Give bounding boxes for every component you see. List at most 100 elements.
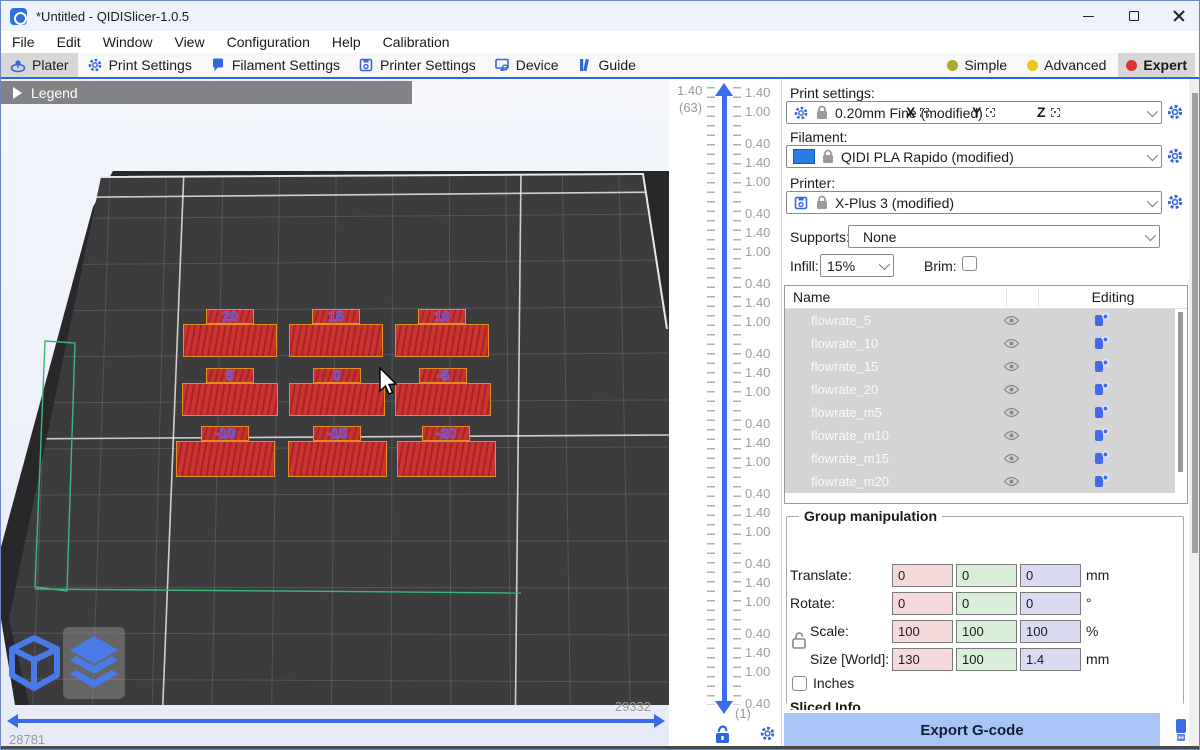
object-row[interactable]: flowrate_15 [785, 355, 1175, 378]
visibility-toggle[interactable] [995, 430, 1027, 441]
infill-combo[interactable]: 15% [820, 254, 894, 277]
window-title: *Untitled - QIDISlicer-1.0.5 [36, 9, 189, 24]
menu-calibration[interactable]: Calibration [372, 31, 461, 53]
scale-y-field[interactable]: 100 [956, 620, 1017, 643]
translate-x-field[interactable]: 0 [892, 564, 953, 587]
menu-file[interactable]: File [1, 31, 46, 53]
viewport-3d[interactable]: Legend 20151050-5-10-15-20 29332 287 [1, 79, 669, 750]
edit-object-button[interactable] [1027, 336, 1175, 351]
scale-z-field[interactable]: 100 [1020, 620, 1081, 643]
object-name: flowrate_m20 [785, 474, 995, 489]
filament-gear-button[interactable] [1166, 147, 1184, 165]
layer-gear-icon[interactable] [759, 725, 776, 742]
uniform-scale-lock-icon[interactable] [792, 631, 806, 649]
panel-scrollbar-thumb[interactable] [1192, 93, 1198, 553]
edit-object-button[interactable] [1027, 359, 1175, 374]
mode-advanced[interactable]: Advanced [1019, 53, 1114, 77]
print-settings-label: Print settings: [790, 85, 875, 101]
layer-slider-upper-thumb[interactable] [715, 83, 733, 96]
layer-lock-icon[interactable] [715, 725, 730, 744]
calibration-block[interactable]: 15 [289, 309, 383, 357]
visibility-toggle[interactable] [995, 315, 1027, 326]
print-slider-right-arrow[interactable] [654, 714, 665, 728]
panel-scrollbar[interactable] [1189, 79, 1200, 750]
device-icon [494, 57, 510, 73]
layers-view-button[interactable] [63, 627, 125, 699]
edit-object-button[interactable] [1027, 474, 1175, 489]
mode-expert[interactable]: Expert [1118, 53, 1195, 77]
visibility-toggle[interactable] [995, 361, 1027, 372]
edit-object-button[interactable] [1027, 428, 1175, 443]
calibration-block[interactable]: 0 [289, 368, 385, 416]
scale-x-field[interactable]: 100 [892, 620, 953, 643]
layer-slider-lower-thumb[interactable] [715, 701, 733, 714]
mode-simple[interactable]: Simple [939, 53, 1015, 77]
object-row[interactable]: flowrate_m5 [785, 401, 1175, 424]
calibration-block[interactable]: -15 [288, 426, 387, 477]
visibility-toggle[interactable] [995, 407, 1027, 418]
close-button[interactable] [1156, 1, 1200, 31]
size-y-field[interactable]: 100 [956, 648, 1017, 671]
layer-height-label: 1.00 [745, 664, 770, 679]
inches-checkbox[interactable] [792, 676, 807, 691]
menu-help[interactable]: Help [321, 31, 372, 53]
menu-window[interactable]: Window [92, 31, 164, 53]
object-row[interactable]: flowrate_10 [785, 332, 1175, 355]
translate-z-field[interactable]: 0 [1020, 564, 1081, 587]
tab-filament-settings[interactable]: Filament Settings [201, 53, 349, 77]
menu-configuration[interactable]: Configuration [216, 31, 321, 53]
legend-toggle[interactable]: Legend [1, 81, 412, 104]
visibility-toggle[interactable] [995, 453, 1027, 464]
print-settings-gear-button[interactable] [1166, 103, 1184, 121]
name-column-header[interactable]: Name [785, 289, 1007, 306]
calibration-block[interactable]: -20 [397, 426, 496, 477]
eye-column-header[interactable] [1007, 289, 1039, 306]
calibration-block[interactable]: 20 [183, 309, 277, 357]
supports-combo[interactable]: None [848, 225, 1160, 248]
calibration-block[interactable]: -10 [176, 426, 275, 477]
translate-y-field[interactable]: 0 [956, 564, 1017, 587]
edit-object-button[interactable] [1027, 313, 1175, 328]
object-row[interactable]: flowrate_5 [785, 309, 1175, 332]
tab-print-settings[interactable]: Print Settings [78, 53, 201, 77]
layer-slider-track[interactable] [722, 95, 727, 701]
filament-combo[interactable]: QIDI PLA Rapido (modified) [786, 145, 1162, 168]
printer-gear-button[interactable] [1166, 193, 1184, 211]
tab-device[interactable]: Device [485, 53, 568, 77]
object-row[interactable]: flowrate_m15 [785, 447, 1175, 470]
print-slider[interactable] [17, 719, 655, 723]
export-gcode-button[interactable]: Export G-code [784, 713, 1160, 747]
tab-guide[interactable]: Guide [568, 53, 645, 77]
maximize-button[interactable] [1111, 1, 1156, 31]
cube-3d-icon[interactable] [5, 632, 63, 694]
edit-object-button[interactable] [1027, 405, 1175, 420]
menu-edit[interactable]: Edit [46, 31, 92, 53]
inches-option[interactable]: Inches [792, 675, 854, 691]
calibration-block[interactable]: 5 [182, 368, 278, 416]
rotate-z-field[interactable]: 0 [1020, 592, 1081, 615]
visibility-toggle[interactable] [995, 384, 1027, 395]
tab-printer-settings[interactable]: Printer Settings [349, 53, 485, 77]
size-x-field[interactable]: 130 [892, 648, 953, 671]
editing-column-header[interactable]: Editing [1039, 289, 1187, 305]
brim-checkbox[interactable] [962, 256, 977, 271]
menu-view[interactable]: View [163, 31, 215, 53]
calibration-block[interactable]: -5 [395, 368, 491, 416]
tab-plater[interactable]: Plater [1, 53, 78, 77]
object-row[interactable]: flowrate_m20 [785, 470, 1175, 493]
visibility-toggle[interactable] [995, 476, 1027, 487]
rotate-y-field[interactable]: 0 [956, 592, 1017, 615]
object-list-scrollbar[interactable] [1178, 312, 1183, 472]
calibration-block[interactable]: 10 [395, 309, 489, 357]
layer-height-label: 1.40 [745, 85, 770, 100]
visibility-toggle[interactable] [995, 338, 1027, 349]
object-row[interactable]: flowrate_20 [785, 378, 1175, 401]
edit-object-button[interactable] [1027, 451, 1175, 466]
size-z-field[interactable]: 1.4 [1020, 648, 1081, 671]
chevron-down-icon [1145, 229, 1156, 240]
edit-object-button[interactable] [1027, 382, 1175, 397]
object-row[interactable]: flowrate_m10 [785, 424, 1175, 447]
minimize-button[interactable] [1066, 1, 1111, 31]
printer-combo[interactable]: X-Plus 3 (modified) [786, 191, 1162, 214]
rotate-x-field[interactable]: 0 [892, 592, 953, 615]
